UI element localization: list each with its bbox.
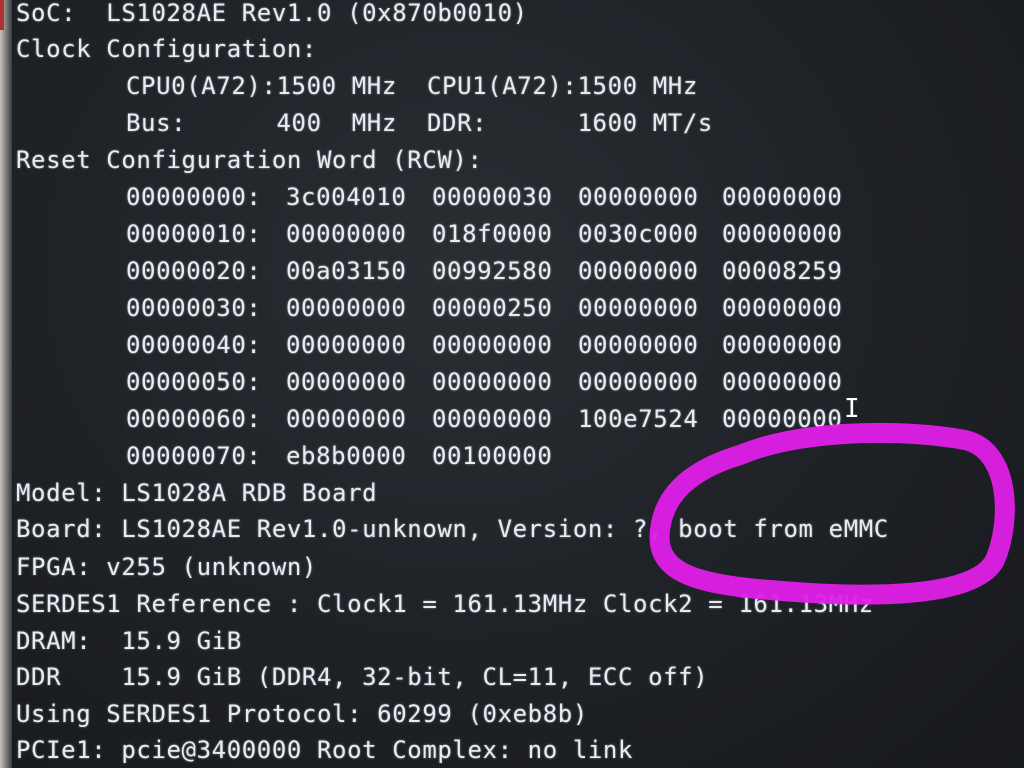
rcw-word: 00000000	[286, 331, 407, 359]
rcw-word: 00000000	[286, 368, 407, 396]
rcw-address: 00000050:	[126, 368, 262, 396]
boot-console: SoC: LS1028AE Rev1.0 (0x870b0010) Clock …	[16, 0, 1016, 764]
rcw-address: 00000000:	[126, 183, 262, 211]
rcw-word: 00000000	[722, 183, 843, 211]
rcw-address: 00000070:	[126, 442, 262, 470]
ddr-line: DDR 15.9 GiB (DDR4, 32-bit, CL=11, ECC o…	[16, 663, 709, 691]
rcw-word: 00000000	[286, 405, 407, 433]
bezel-edge	[0, 0, 4, 30]
model-line: Model: LS1028A RDB Board	[16, 479, 378, 507]
rcw-address: 00000030:	[126, 294, 262, 322]
rcw-word: 100e7524	[578, 405, 699, 433]
rcw-address: 00000040:	[126, 331, 262, 359]
board-line: Board: LS1028AE Rev1.0-unknown, Version:…	[16, 515, 889, 543]
fpga-line: FPGA: v255 (unknown)	[16, 553, 317, 581]
monitor-bezel	[0, 0, 12, 768]
rcw-address: 00000060:	[126, 405, 262, 433]
rcw-word: 00000000	[578, 294, 699, 322]
rcw-word: 00000000	[722, 331, 843, 359]
pcie-line: PCIe1: pcie@3400000 Root Complex: no lin…	[16, 736, 634, 764]
rcw-word: eb8b0000	[286, 442, 407, 470]
rcw-word: 00000000	[722, 405, 843, 433]
rcw-word: 00000000	[578, 368, 699, 396]
rcw-word: 00000000	[432, 405, 553, 433]
serdes-protocol-line: Using SERDES1 Protocol: 60299 (0xeb8b)	[16, 700, 588, 728]
dram-line: DRAM: 15.9 GiB	[16, 627, 242, 655]
rcw-word: 00000250	[432, 294, 553, 322]
rcw-address: 00000020:	[126, 257, 262, 285]
rcw-word: 00000030	[432, 183, 553, 211]
rcw-word: 00000000	[432, 331, 553, 359]
clock-config-header: Clock Configuration:	[16, 35, 317, 63]
rcw-word: 00000000	[432, 368, 553, 396]
rcw-word: 0030c000	[578, 220, 699, 248]
rcw-word: 00a03150	[286, 257, 407, 285]
rcw-word: 00008259	[722, 257, 843, 285]
bus-clock-line: Bus: 400 MHz DDR: 1600 MT/s	[126, 109, 713, 137]
rcw-word: 00992580	[432, 257, 553, 285]
cpu-clock-line: CPU0(A72):1500 MHz CPU1(A72):1500 MHz	[126, 72, 698, 100]
rcw-word: 018f0000	[432, 220, 553, 248]
rcw-word: 00100000	[432, 442, 553, 470]
rcw-word: 00000000	[578, 331, 699, 359]
rcw-word: 00000000	[722, 368, 843, 396]
rcw-word: 00000000	[578, 183, 699, 211]
rcw-header: Reset Configuration Word (RCW):	[16, 146, 483, 174]
serdes-reference-line: SERDES1 Reference : Clock1 = 161.13MHz C…	[16, 590, 874, 618]
rcw-word: 3c004010	[286, 183, 407, 211]
photo-of-monitor: SoC: LS1028AE Rev1.0 (0x870b0010) Clock …	[0, 0, 1024, 768]
rcw-word: 00000000	[286, 220, 407, 248]
rcw-word: 00000000	[578, 257, 699, 285]
rcw-word: 00000000	[286, 294, 407, 322]
rcw-word: 00000000	[722, 220, 843, 248]
soc-line: SoC: LS1028AE Rev1.0 (0x870b0010)	[16, 0, 528, 27]
rcw-word: 00000000	[722, 294, 843, 322]
rcw-address: 00000010:	[126, 220, 262, 248]
text-cursor-icon: I	[844, 394, 860, 424]
